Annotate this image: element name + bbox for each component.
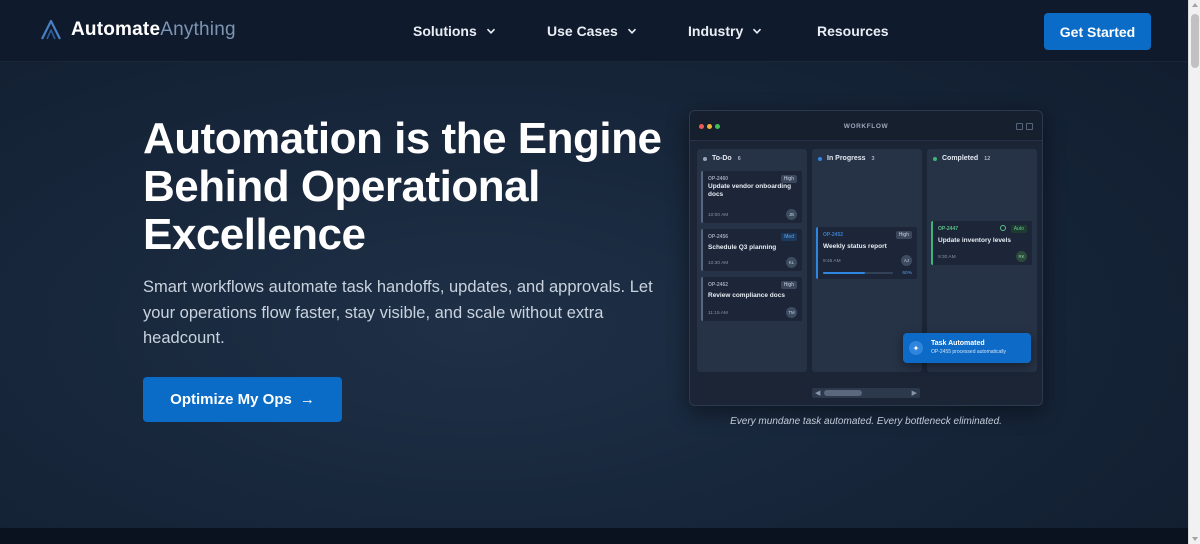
- brand-name-part2: Anything: [160, 19, 236, 40]
- scrollbar-thumb[interactable]: [824, 390, 862, 396]
- next-section-edge: [0, 528, 1188, 544]
- column-count: 6: [737, 155, 741, 162]
- task-title: Weekly status report: [823, 243, 887, 250]
- avatar: JB: [786, 209, 797, 220]
- column-header: To-Do 6: [703, 155, 741, 162]
- task-automated-toast: ✦ Task Automated OP-2455 processed autom…: [903, 333, 1031, 363]
- page-scrollbar[interactable]: [1188, 0, 1200, 544]
- brand-name: AutomateAnything: [71, 19, 236, 41]
- avatar: TM: [786, 307, 797, 318]
- check-circle-icon: [1000, 225, 1006, 231]
- column-header: Completed 12: [933, 155, 990, 162]
- task-id: OP-2456: [708, 234, 729, 240]
- nav-resources[interactable]: Resources: [817, 23, 889, 39]
- task-title: Update vendor onboarding docs: [708, 183, 792, 198]
- hero-title: Automation is the Engine Behind Operatio…: [143, 114, 662, 259]
- sparkle-icon: ✦: [909, 341, 923, 355]
- page: AutomateAnything Solutions Use Cases Ind…: [0, 0, 1188, 544]
- task-card[interactable]: OP-2452 High Weekly status report 9:45 A…: [816, 227, 917, 279]
- task-time: 10:30 AM: [708, 261, 729, 266]
- status-dot-icon: [933, 156, 937, 161]
- scroll-right-icon[interactable]: ▶: [912, 389, 917, 397]
- chevron-down-icon: [627, 28, 636, 34]
- avatar: RK: [1016, 251, 1027, 262]
- task-card[interactable]: OP-2447 Auto Update inventory levels 9:3…: [931, 221, 1032, 265]
- column-name: To-Do: [712, 155, 732, 162]
- priority-badge: High: [780, 175, 797, 183]
- column-count: 3: [871, 155, 875, 162]
- task-title: Schedule Q3 planning: [708, 244, 777, 251]
- column-name: In Progress: [827, 155, 866, 162]
- toast-title: Task Automated: [931, 340, 985, 347]
- status-dot-icon: [818, 156, 822, 161]
- column-todo: To-Do 6 OP-2460 High Update vendor onboa…: [697, 149, 807, 372]
- brand-logo[interactable]: AutomateAnything: [40, 19, 236, 41]
- hero-subtitle: Smart workflows automate task handoffs, …: [143, 278, 653, 347]
- nav-solutions[interactable]: Solutions: [413, 23, 496, 39]
- task-id: OP-2460: [708, 176, 729, 182]
- auto-badge: Auto: [1010, 225, 1027, 233]
- column-count: 12: [984, 155, 991, 162]
- task-progress-fill: [823, 272, 865, 274]
- column-name: Completed: [942, 155, 979, 162]
- site-header: AutomateAnything Solutions Use Cases Ind…: [0, 0, 1188, 62]
- task-id: OP-2452: [823, 232, 844, 238]
- a-logo-icon: [41, 19, 61, 40]
- task-time: 9:30 AM: [938, 255, 956, 260]
- priority-badge: High: [895, 231, 912, 239]
- workflow-title: WORKFLOW: [843, 123, 889, 130]
- task-time: 11:15 AM: [708, 311, 728, 316]
- nav-solutions-label: Solutions: [413, 23, 477, 39]
- arrow-right-icon: →: [299, 391, 315, 408]
- task-progress-label: 60%: [902, 271, 912, 276]
- brand-name-part1: Automate: [71, 19, 161, 40]
- avatar: KL: [786, 257, 797, 268]
- task-progress-bar: [823, 272, 893, 274]
- task-id: OP-2447: [938, 226, 959, 232]
- task-card[interactable]: OP-2462 High Review compliance docs 11:1…: [701, 277, 802, 321]
- priority-badge: Med: [781, 233, 797, 241]
- nav-use-cases[interactable]: Use Cases: [547, 23, 637, 39]
- status-dot-icon: [703, 156, 707, 161]
- window-icon: [1026, 123, 1033, 130]
- task-time: 10:00 AM: [708, 213, 729, 218]
- task-title: Review compliance docs: [708, 292, 785, 299]
- task-card[interactable]: OP-2460 High Update vendor onboarding do…: [701, 171, 802, 223]
- workflow-titlebar: WORKFLOW: [690, 111, 1042, 141]
- nav-industry-label: Industry: [688, 23, 744, 39]
- scroll-up-icon[interactable]: [1192, 3, 1198, 7]
- scroll-down-icon[interactable]: [1192, 537, 1198, 541]
- nav-use-cases-label: Use Cases: [547, 23, 618, 39]
- task-id: OP-2462: [708, 282, 729, 288]
- task-time: 9:45 AM: [823, 259, 841, 264]
- optimize-button-label: Optimize My Ops: [170, 391, 292, 408]
- chevron-down-icon: [486, 28, 495, 34]
- task-card[interactable]: OP-2456 Med Schedule Q3 planning 10:30 A…: [701, 229, 802, 271]
- column-header: In Progress 3: [818, 155, 875, 162]
- task-title: Update inventory levels: [938, 237, 1011, 244]
- page-scrollbar-thumb[interactable]: [1191, 14, 1199, 68]
- chevron-down-icon: [753, 28, 762, 34]
- avatar: AJ: [901, 255, 912, 266]
- optimize-my-ops-button[interactable]: Optimize My Ops →: [143, 377, 342, 422]
- toast-message: OP-2455 processed automatically: [931, 349, 1007, 355]
- nav-industry[interactable]: Industry: [688, 23, 762, 39]
- workflow-caption: Every mundane task automated. Every bott…: [730, 416, 1002, 427]
- board-horizontal-scrollbar[interactable]: ◀ ▶: [812, 388, 920, 398]
- priority-badge: High: [780, 281, 797, 289]
- get-started-button[interactable]: Get Started: [1044, 13, 1151, 50]
- scroll-left-icon[interactable]: ◀: [815, 389, 820, 397]
- window-icon: [1016, 123, 1023, 130]
- nav-resources-label: Resources: [817, 23, 889, 39]
